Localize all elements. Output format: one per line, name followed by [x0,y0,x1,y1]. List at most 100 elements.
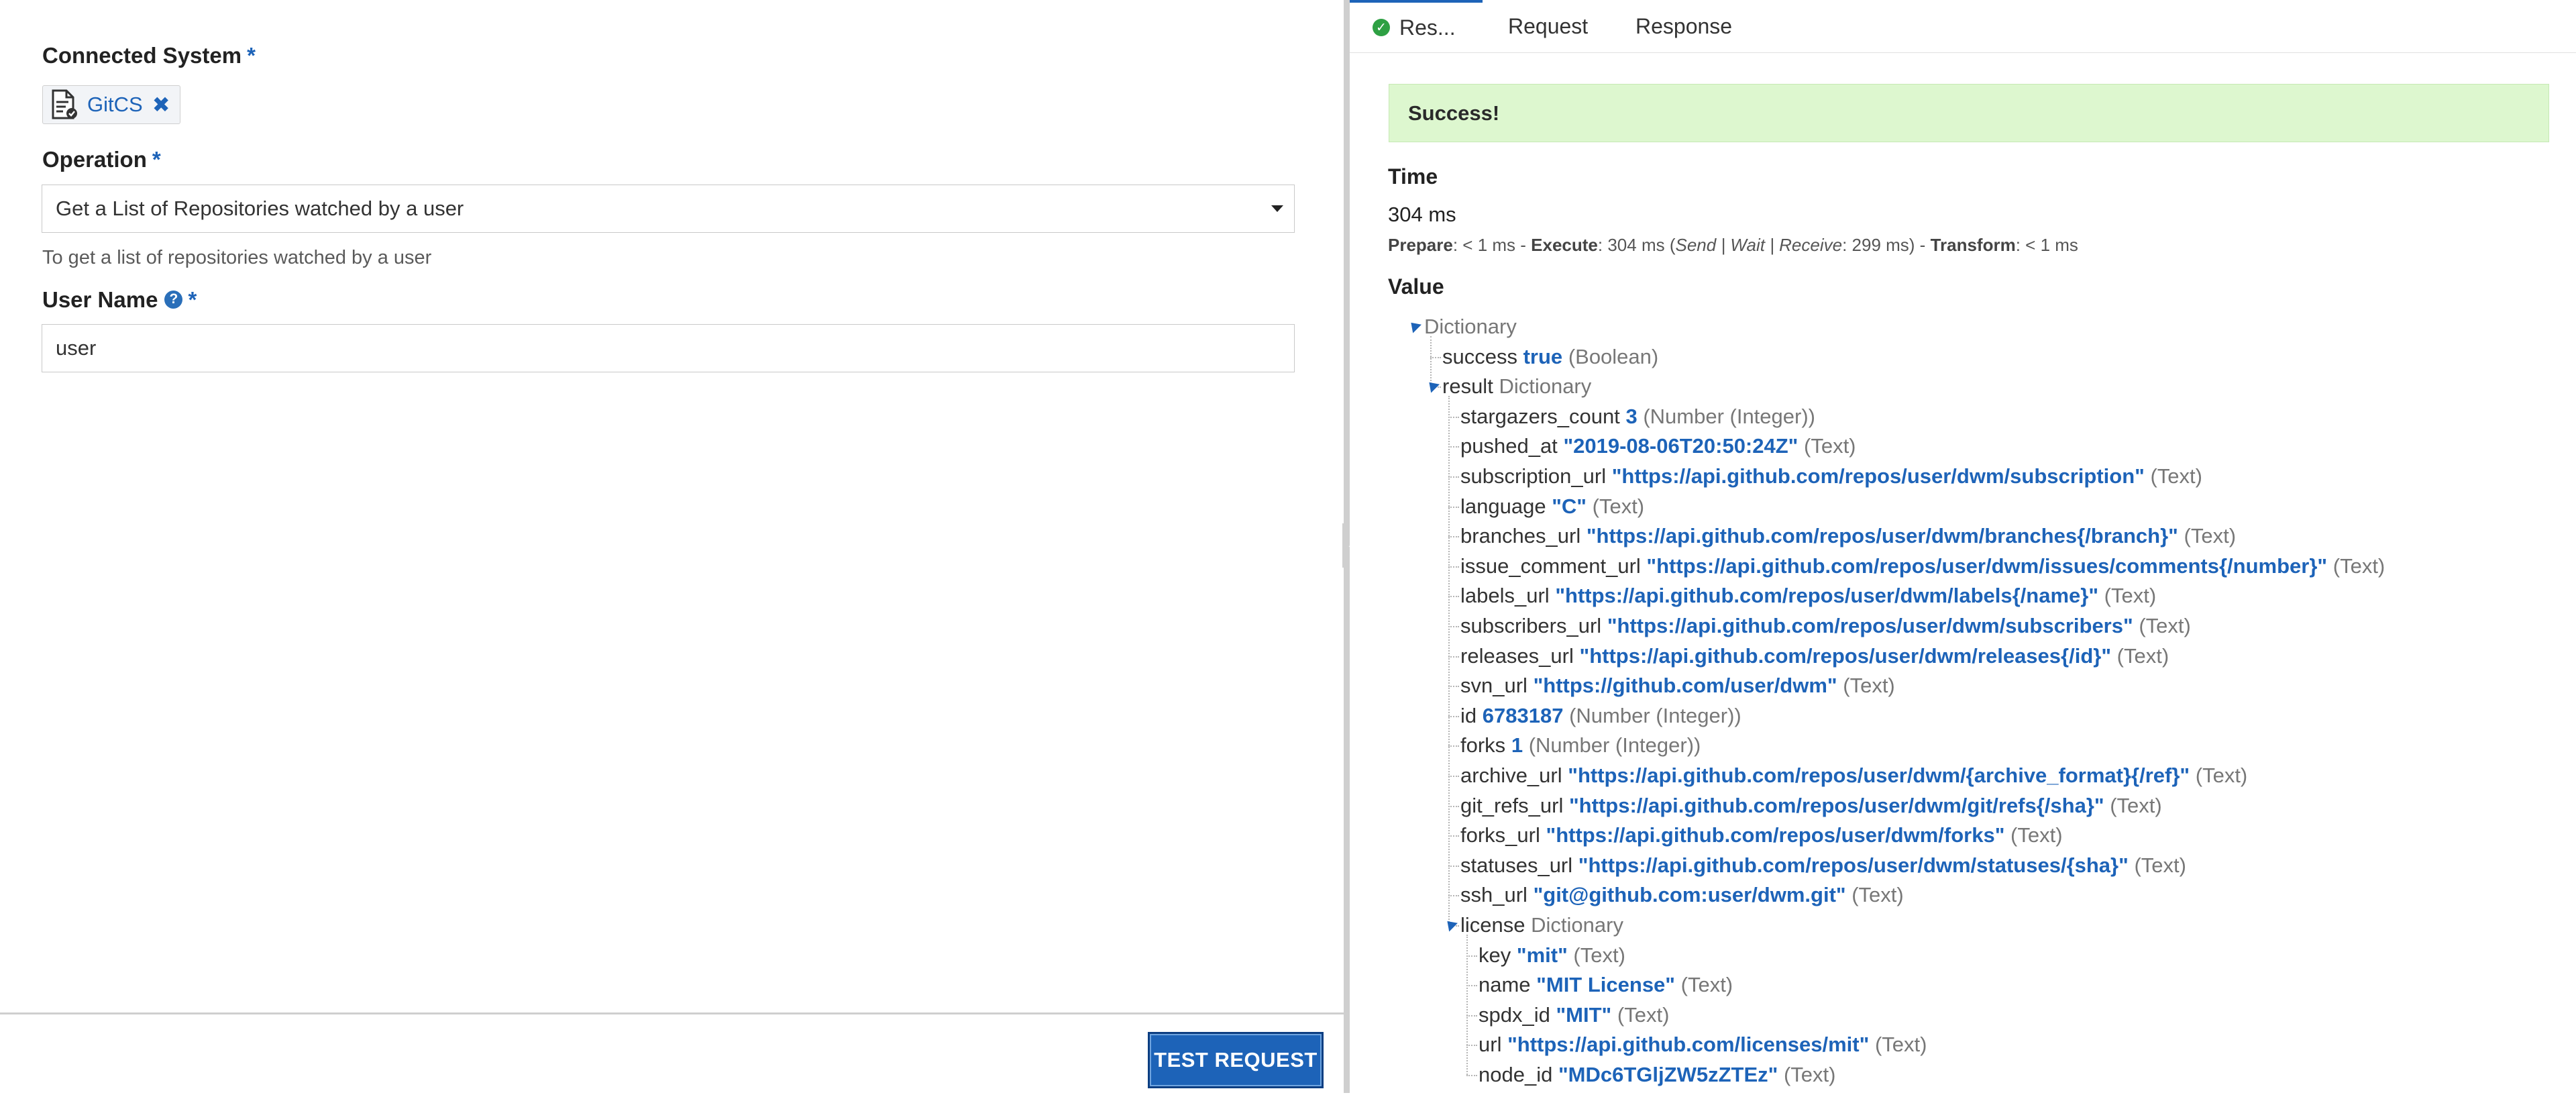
tree-node: node_id "MDc6TGljZW5zZTEz" (Text) [1479,1061,1835,1088]
tree-connector-tick [1448,865,1459,867]
prepare-value: : < 1 ms - [1452,235,1532,255]
bottom-action-bar: TEST REQUEST [0,1012,1344,1095]
right-pane: ✓ Res... Request Response Success! Time … [1350,0,2576,1093]
tree-type: (Text) [2195,764,2248,787]
tree-type: (Number (Integer)) [1643,404,1815,428]
tree-connector-tick [1466,985,1477,987]
tree-type: (Text) [1843,674,1895,698]
tree-node: name "MIT License" (Text) [1479,972,1733,998]
tree-connector-tick [1448,566,1459,568]
tree-value: 1 [1511,733,1523,758]
tree-connector-tick [1448,686,1459,688]
tab-request-label: Request [1508,13,1589,38]
tab-result[interactable]: ✓ Res... [1350,0,1483,52]
tree-value: "C" [1552,494,1587,518]
remove-chip-icon[interactable]: ✖ [152,92,170,117]
tree-value: "MDc6TGljZW5zZTEz" [1558,1063,1778,1086]
operation-select-value: Get a List of Repositories watched by a … [56,197,464,220]
tree-key: stargazers_count [1460,404,1620,428]
tree-node: forks_url "https://api.github.com/repos/… [1460,822,2063,849]
tree-type: (Text) [2110,793,2162,817]
tree-type: (Number (Integer)) [1528,733,1701,758]
chevron-down-icon[interactable] [1271,205,1283,212]
tab-response[interactable]: Response [1635,0,1732,52]
tree-key: releases_url [1460,643,1574,668]
tree-type: (Number (Integer)) [1569,703,1741,727]
tree-connector-tick [1448,626,1459,627]
operation-select[interactable]: Get a List of Repositories watched by a … [42,185,1295,233]
required-mark: * [247,43,256,68]
tree-node: key "mit" (Text) [1479,942,1625,969]
tree-connector-tick [1448,656,1459,658]
help-icon[interactable]: ? [164,290,183,309]
time-total: 304 ms [1388,203,1456,226]
tree-key: forks_url [1460,823,1540,847]
tree-key: node_id [1479,1063,1553,1086]
tree-key: key [1479,943,1511,967]
execute-value: : 304 ms ( [1597,235,1676,255]
tree-connector-tick [1448,536,1459,538]
tree-type: (Text) [1874,1033,1927,1057]
tree-node-dictionary[interactable]: Dictionary [1407,313,1517,340]
username-label: User Name? * [42,287,197,313]
time-label: Time [1388,164,1438,189]
check-circle-icon: ✓ [1373,19,1390,36]
time-breakdown: Prepare: < 1 ms - Execute: 304 ms (Send … [1388,235,2078,256]
tree-type: Dictionary [1424,315,1517,338]
tree-connector-tick [1448,476,1459,478]
connected-system-chip[interactable]: GitCS ✖ [42,85,180,124]
tree-value: "https://api.github.com/repos/user/dwm/g… [1568,793,2104,817]
tree-type: (Text) [2139,614,2191,637]
tree-connector-tick [1448,776,1459,777]
tree-node: releases_url "https://api.github.com/rep… [1460,643,2169,670]
tree-node: spdx_id "MIT" (Text) [1479,1002,1669,1029]
prepare-label: Prepare [1388,235,1453,255]
tree-connector-tick [1430,356,1441,358]
expand-toggle-icon[interactable] [1425,378,1440,393]
connected-system-name[interactable]: GitCS [87,93,143,117]
tree-key: issue_comment_url [1460,554,1641,578]
test-request-button[interactable]: TEST REQUEST [1148,1032,1324,1088]
send-wait-receive-value: : 299 ms) - [1842,235,1931,255]
tree-key: spdx_id [1479,1002,1550,1027]
expand-toggle-icon[interactable] [1443,917,1458,932]
tree-value: true [1523,344,1563,368]
tree-node: subscribers_url "https://api.github.com/… [1460,613,2191,639]
tree-key: ssh_url [1460,883,1527,907]
tree-connector-tick [1448,506,1459,508]
tree-type: (Text) [2332,554,2385,578]
username-input[interactable]: user [42,324,1295,372]
tree-key: branches_url [1460,524,1581,548]
success-banner: Success! [1389,84,2549,142]
tree-connector-tick [1466,1045,1477,1047]
tree-value: "https://api.github.com/repos/user/dwm/i… [1646,554,2328,578]
tree-node: success true (Boolean) [1442,344,1658,370]
expand-toggle-icon[interactable] [1407,318,1421,333]
tree-key: subscribers_url [1460,614,1602,637]
tree-type: (Text) [2150,464,2202,488]
tree-key: license [1460,913,1525,937]
tree-type: (Text) [1804,434,1856,458]
tree-key: url [1479,1033,1502,1057]
tab-request[interactable]: Request [1508,0,1588,52]
tree-node: url "https://api.github.com/licenses/mit… [1479,1031,1927,1058]
tree-type: (Text) [1617,1002,1670,1027]
connected-system-label: Connected System * [42,43,256,68]
send-wait-receive-label: Send | Wait | Receive [1675,235,1843,255]
tree-connector-tick [1448,715,1459,717]
connected-system-icon [47,88,82,121]
tree-value: 6783187 [1482,703,1564,727]
tree-node-dictionary[interactable]: result Dictionary [1425,373,1591,400]
tree-key: svn_url [1460,674,1527,698]
tab-response-label: Response [1635,13,1733,38]
tree-node-dictionary[interactable]: license Dictionary [1443,912,1623,939]
tree-type: (Text) [2010,823,2063,847]
tree-value: "https://api.github.com/licenses/mit" [1507,1033,1870,1057]
tree-key: archive_url [1460,764,1562,787]
tree-node: labels_url "https://api.github.com/repos… [1460,582,2156,609]
tree-key: labels_url [1460,584,1550,608]
tree-value: "mit" [1516,943,1568,967]
tree-type: (Text) [1592,494,1645,518]
tree-value: "https://api.github.com/repos/user/dwm/{… [1568,764,2190,787]
tree-value: "MIT" [1556,1002,1612,1027]
